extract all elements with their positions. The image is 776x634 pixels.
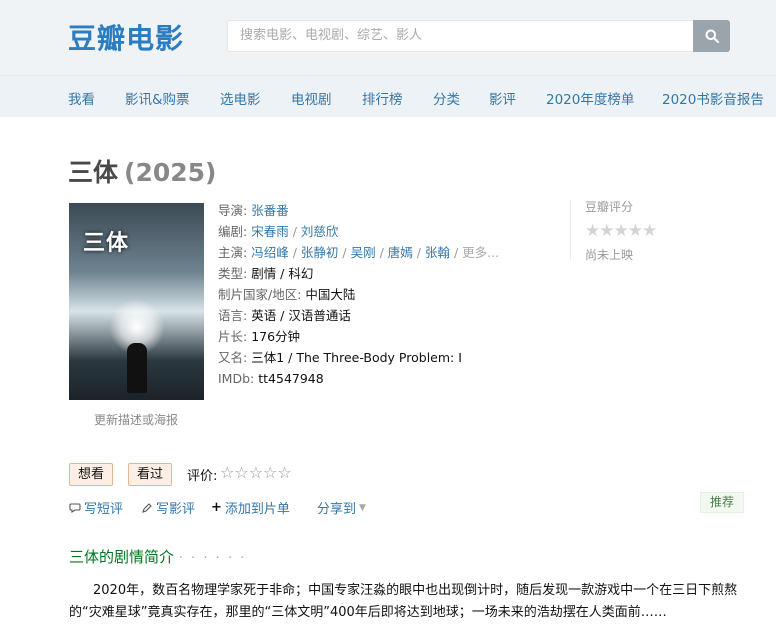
movie-year: (2025) <box>124 158 217 187</box>
movie-poster[interactable]: 三体 <box>69 203 204 400</box>
language-label: 语言: <box>218 308 248 323</box>
star-icon[interactable]: ☆ <box>234 463 248 482</box>
search-button[interactable] <box>693 20 730 52</box>
search-icon <box>705 29 719 43</box>
cast-link[interactable]: 吴刚 <box>351 245 376 260</box>
add-to-list-link[interactable]: + 添加到片单 <box>211 498 290 517</box>
star-icon[interactable]: ☆ <box>220 463 234 482</box>
nav-item-annual-list[interactable]: 2020年度榜单 <box>546 88 634 108</box>
cast-link[interactable]: 冯绍峰 <box>251 245 289 260</box>
comment-icon <box>69 502 81 513</box>
nav-item-categories[interactable]: 分类 <box>433 88 460 108</box>
nav-item-showtimes[interactable]: 影讯&购票 <box>125 88 190 108</box>
add-list-label: 添加到片单 <box>224 502 290 517</box>
info-language: 语言: 英语 / 汉语普通话 <box>218 305 508 326</box>
cast-link[interactable]: 张静初 <box>301 245 339 260</box>
info-director: 导演: 张番番 <box>218 200 508 221</box>
review-label: 写影评 <box>156 502 196 517</box>
share-label: 分享到 <box>317 502 357 517</box>
info-genre: 类型: 剧情 / 科幻 <box>218 263 508 284</box>
cast-label: 主演: <box>218 245 248 260</box>
poster-title-text: 三体 <box>83 231 130 256</box>
write-short-review-link[interactable]: 写短评 <box>69 498 123 517</box>
pencil-icon <box>142 502 152 513</box>
poster-figure <box>127 343 147 393</box>
director-label: 导演: <box>218 203 248 218</box>
want-button[interactable]: 想看 <box>69 463 114 486</box>
director-link[interactable]: 张番番 <box>251 203 289 218</box>
runtime-label: 片长: <box>218 329 248 344</box>
recommend-button[interactable]: 推荐 <box>700 492 744 513</box>
update-poster-link[interactable]: 更新描述或海报 <box>94 411 178 428</box>
seen-button[interactable]: 看过 <box>128 463 173 486</box>
nav-item-reviews[interactable]: 影评 <box>489 88 516 108</box>
page-title: 三体 (2025) <box>68 153 216 189</box>
imdb-label: IMDb: <box>218 371 255 386</box>
language-value: 英语 / 汉语普通话 <box>251 308 351 323</box>
movie-title: 三体 <box>68 158 119 187</box>
plus-icon: + <box>211 500 222 515</box>
writer-link[interactable]: 宋春雨 <box>251 224 289 239</box>
header-bar: 豆瓣电影 搜索电影、电视剧、综艺、影人 <box>0 0 776 75</box>
cast-more-link[interactable]: 更多... <box>462 245 499 260</box>
nav-item-tv[interactable]: 电视剧 <box>291 88 332 108</box>
movie-info: 导演: 张番番 编剧: 宋春雨 / 刘慈欣 主演: 冯绍峰 / 张静初 / 吴刚… <box>218 200 508 389</box>
imdb-value: tt4547948 <box>258 371 324 386</box>
star-icon[interactable]: ☆ <box>277 463 291 482</box>
rating-status: 尚未上映 <box>585 248 634 262</box>
summary-title: 三体的剧情简介 <box>69 548 175 566</box>
nav-item-mine[interactable]: 我看 <box>68 88 95 108</box>
rate-stars-input[interactable]: ☆☆☆☆☆ <box>220 463 292 482</box>
info-writers: 编剧: 宋春雨 / 刘慈欣 <box>218 224 339 239</box>
rating-panel: 豆瓣评分 ★★★★★ 尚未上映 <box>570 200 730 262</box>
summary-dots: · · · · · · <box>178 551 247 566</box>
cast-link[interactable]: 张翰 <box>425 245 450 260</box>
cast-link[interactable]: 唐嫣 <box>388 245 413 260</box>
writer-link[interactable]: 刘慈欣 <box>301 224 339 239</box>
genre-value: 剧情 / 科幻 <box>251 266 314 281</box>
writer-label: 编剧: <box>218 224 248 239</box>
rate-label: 评价: <box>187 469 218 484</box>
douban-movie-logo[interactable]: 豆瓣电影 <box>68 17 184 57</box>
star-icon[interactable]: ☆ <box>263 463 277 482</box>
caret-down-icon: ▼ <box>359 502 366 513</box>
summary-heading: 三体的剧情简介 · · · · · · <box>69 546 246 567</box>
share-dropdown[interactable]: 分享到 ▼ <box>317 498 366 517</box>
write-review-link[interactable]: 写影评 <box>141 498 195 517</box>
nav-item-explore-movies[interactable]: 选电影 <box>220 88 261 108</box>
summary-text: 2020年，数百名物理学家死于非命；中国专家汪淼的眼中也出现倒计时，随后发现一款… <box>69 583 738 620</box>
country-label: 制片国家/地区: <box>218 287 302 302</box>
info-country: 制片国家/地区: 中国大陆 <box>218 284 508 305</box>
aka-value: 三体1 / The Three-Body Problem: I <box>251 350 462 365</box>
main-nav: 我看 影讯&购票 选电影 电视剧 排行榜 分类 影评 2020年度榜单 2020… <box>0 75 776 117</box>
info-runtime: 片长: 176分钟 <box>218 326 508 347</box>
country-value: 中国大陆 <box>305 287 356 302</box>
runtime-value: 176分钟 <box>251 329 301 344</box>
search-input[interactable]: 搜索电影、电视剧、综艺、影人 <box>227 20 693 52</box>
aka-label: 又名: <box>218 350 248 365</box>
rating-stars-icon: ★★★★★ <box>585 221 657 241</box>
nav-item-annual-report[interactable]: 2020书影音报告 <box>662 88 764 108</box>
genre-label: 类型: <box>218 266 248 281</box>
info-imdb: IMDb: tt4547948 <box>218 368 508 389</box>
info-aka: 又名: 三体1 / The Three-Body Problem: I <box>218 347 508 368</box>
star-icon[interactable]: ☆ <box>249 463 263 482</box>
short-review-label: 写短评 <box>84 502 124 517</box>
nav-item-charts[interactable]: 排行榜 <box>362 88 403 108</box>
info-cast: 主演: 冯绍峰 / 张静初 / 吴刚 / 唐嫣 / 张翰 / 更多... <box>218 245 500 260</box>
rating-title: 豆瓣评分 <box>585 200 634 214</box>
